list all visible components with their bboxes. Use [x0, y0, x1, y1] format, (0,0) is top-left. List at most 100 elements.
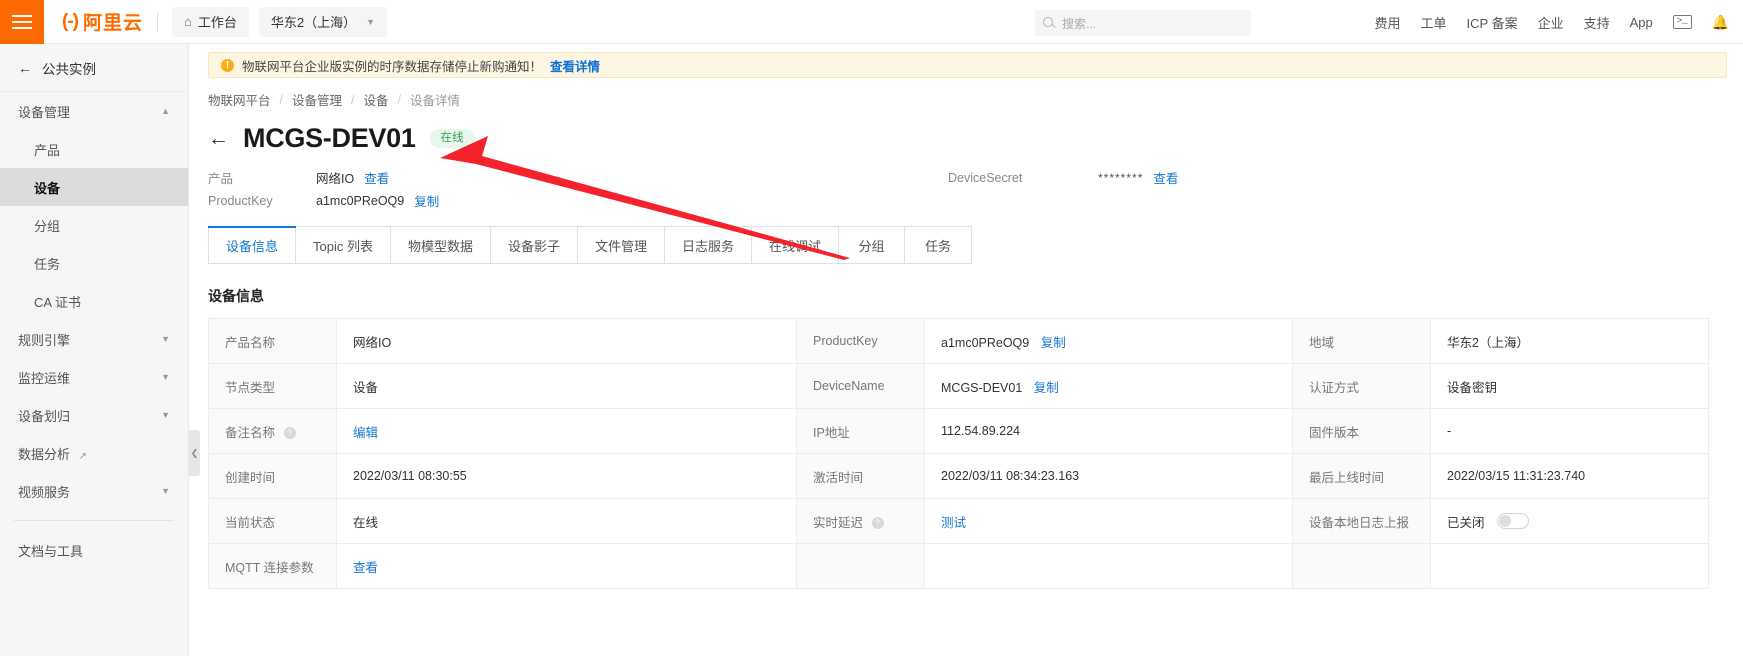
page-back-arrow-icon[interactable]: ←: [208, 128, 229, 149]
bell-icon[interactable]: 🔔: [1712, 15, 1729, 29]
tab-device-info[interactable]: 设备信息: [207, 226, 297, 263]
sidebar-group-device-management[interactable]: 设备管理 ▲: [0, 92, 188, 130]
sidebar-group-video-service[interactable]: 视频服务 ▼: [0, 472, 188, 510]
cloudshell-icon[interactable]: >_: [1672, 14, 1692, 30]
notification-detail-link[interactable]: 查看详情: [550, 56, 600, 75]
productkey-copy-button[interactable]: 复制: [1041, 336, 1066, 350]
cell-key-empty: [796, 543, 925, 589]
meta-value-productkey: a1mc0PReOQ9: [316, 193, 405, 208]
cell-value-mqtt-params: 查看: [336, 543, 797, 589]
local-log-toggle-switch[interactable]: [1496, 513, 1529, 529]
cell-value-auth-method: 设备密钥: [1430, 363, 1709, 409]
topnav-link-fee[interactable]: 费用: [1374, 13, 1400, 32]
cell-key-realtime-latency: 实时延迟 ?: [796, 498, 925, 544]
topnav-link-enterprise[interactable]: 企业: [1538, 13, 1564, 32]
sidebar-group-label: 监控运维: [18, 370, 71, 386]
tab-online-debug[interactable]: 在线调试: [752, 227, 840, 263]
region-selector[interactable]: 华东2（上海） ▼: [258, 6, 388, 37]
mqtt-params-view-button[interactable]: 查看: [353, 561, 378, 575]
chevron-left-icon: ❮: [190, 447, 199, 458]
sidebar-item-docs-and-tools[interactable]: 文档与工具: [0, 531, 188, 569]
sidebar-item-devices[interactable]: 设备: [0, 168, 188, 206]
top-navigation-bar: (-) 阿里云 ⌂ 工作台 华东2（上海） ▼ 搜索... 费用 工单 ICP …: [0, 0, 1743, 44]
help-icon[interactable]: ?: [283, 426, 296, 439]
breadcrumb-item-device-management[interactable]: 设备管理: [292, 90, 342, 109]
topnav-link-icp[interactable]: ICP 备案: [1467, 13, 1518, 32]
cell-key-activate-time: 激活时间: [796, 453, 925, 499]
sidebar-group-data-analysis[interactable]: 数据分析 ↗: [0, 434, 188, 472]
sidebar-collapse-handle[interactable]: ❮: [189, 430, 200, 476]
cell-key-mqtt-params: MQTT 连接参数: [208, 543, 337, 589]
aliyun-logo[interactable]: (-) 阿里云: [62, 8, 143, 35]
topnav-link-ticket[interactable]: 工单: [1421, 13, 1447, 32]
device-meta-block: 产品 网络IO 查看 ProductKey a1mc0PReOQ9 复制 Dev…: [208, 166, 1743, 212]
sidebar-item-label: 任务: [34, 256, 61, 272]
product-view-link[interactable]: 查看: [364, 168, 389, 187]
sidebar-group-monitoring[interactable]: 监控运维 ▼: [0, 358, 188, 396]
tab-groups[interactable]: 分组: [839, 227, 906, 263]
hamburger-menu-icon[interactable]: [0, 0, 44, 44]
latency-label: 实时延迟: [813, 515, 864, 530]
sidebar-item-groups[interactable]: 分组: [0, 206, 188, 244]
tab-label: 设备影子: [508, 238, 561, 254]
home-icon: ⌂: [184, 14, 192, 29]
cell-key-empty: [1292, 543, 1431, 589]
topnav-link-support[interactable]: 支持: [1584, 13, 1610, 32]
meta-value-devicesecret: ********: [1098, 170, 1144, 185]
table-row: MQTT 连接参数 查看: [208, 543, 1709, 589]
page-root: (-) 阿里云 ⌂ 工作台 华东2（上海） ▼ 搜索... 费用 工单 ICP …: [0, 0, 1743, 656]
devicesecret-view-link[interactable]: 查看: [1153, 168, 1178, 187]
sidebar-item-ca-certificate[interactable]: CA 证书: [0, 282, 188, 320]
tab-device-shadow[interactable]: 设备影子: [491, 227, 579, 263]
latency-test-button[interactable]: 测试: [941, 516, 966, 530]
breadcrumb-item-device[interactable]: 设备: [364, 90, 389, 109]
tab-label: Topic 列表: [313, 238, 373, 254]
productkey-copy-link[interactable]: 复制: [414, 191, 439, 210]
sidebar-item-products[interactable]: 产品: [0, 130, 188, 168]
sidebar-group-device-transfer[interactable]: 设备划归 ▼: [0, 396, 188, 434]
tab-topic-list[interactable]: Topic 列表: [296, 227, 391, 263]
breadcrumb-item-iot-platform[interactable]: 物联网平台: [208, 90, 271, 109]
tab-log-service[interactable]: 日志服务: [665, 227, 753, 263]
cell-value-devicename: MCGS-DEV01 复制: [924, 363, 1293, 409]
workbench-button[interactable]: ⌂ 工作台: [172, 6, 249, 37]
sidebar-group-label: 设备划归: [18, 408, 71, 424]
tab-label: 在线调试: [769, 238, 822, 254]
breadcrumb-separator: /: [279, 92, 283, 107]
aliyun-logo-mark: (-): [62, 10, 79, 32]
sidebar-back-public-instance[interactable]: ← 公共实例: [0, 44, 188, 92]
status-badge: 在线: [429, 128, 475, 149]
tab-tasks[interactable]: 任务: [905, 227, 971, 263]
productkey-text: a1mc0PReOQ9: [941, 335, 1030, 350]
tab-tsl-data[interactable]: 物模型数据: [391, 227, 491, 263]
sidebar-item-tasks[interactable]: 任务: [0, 244, 188, 282]
breadcrumb-separator: /: [397, 92, 401, 107]
chevron-down-icon: ▼: [161, 410, 170, 420]
external-link-icon: ↗: [78, 450, 88, 462]
chevron-down-icon: ▼: [161, 372, 170, 382]
meta-label-productkey: ProductKey: [208, 193, 273, 208]
page-title: MCGS-DEV01: [243, 123, 416, 153]
warning-icon: !: [221, 58, 234, 72]
tab-bar: 设备信息 Topic 列表 物模型数据 设备影子 文件管理 日志服务 在线调试 …: [207, 226, 973, 264]
breadcrumb: 物联网平台 / 设备管理 / 设备 / 设备详情: [208, 90, 1743, 109]
sidebar-back-label: 公共实例: [42, 61, 96, 77]
meta-value-product: 网络IO: [316, 172, 355, 186]
cell-key-productkey: ProductKey: [796, 318, 925, 364]
cell-value-create-time: 2022/03/11 08:30:55: [336, 453, 797, 499]
help-icon[interactable]: ?: [871, 516, 884, 529]
tab-file-management[interactable]: 文件管理: [578, 227, 666, 263]
devicename-copy-button[interactable]: 复制: [1034, 381, 1059, 395]
nickname-edit-button[interactable]: 编辑: [353, 426, 378, 440]
sidebar-group-rule-engine[interactable]: 规则引擎 ▼: [0, 320, 188, 358]
search-input[interactable]: 搜索...: [1035, 10, 1251, 36]
topnav-link-app[interactable]: App: [1630, 15, 1653, 30]
tab-label: 物模型数据: [407, 238, 473, 254]
cell-key-region: 地域: [1292, 318, 1431, 364]
device-info-table: 产品名称 网络IO ProductKey a1mc0PReOQ9 复制 地域 华…: [208, 318, 1709, 589]
table-row: 当前状态 在线 实时延迟 ? 测试 设备本地日志上报 已关闭: [208, 498, 1709, 544]
table-row: 创建时间 2022/03/11 08:30:55 激活时间 2022/03/11…: [208, 453, 1709, 499]
cell-key-auth-method: 认证方式: [1292, 363, 1431, 409]
sidebar-item-label: 分组: [34, 218, 61, 234]
cell-key-firmware-version: 固件版本: [1292, 408, 1431, 454]
